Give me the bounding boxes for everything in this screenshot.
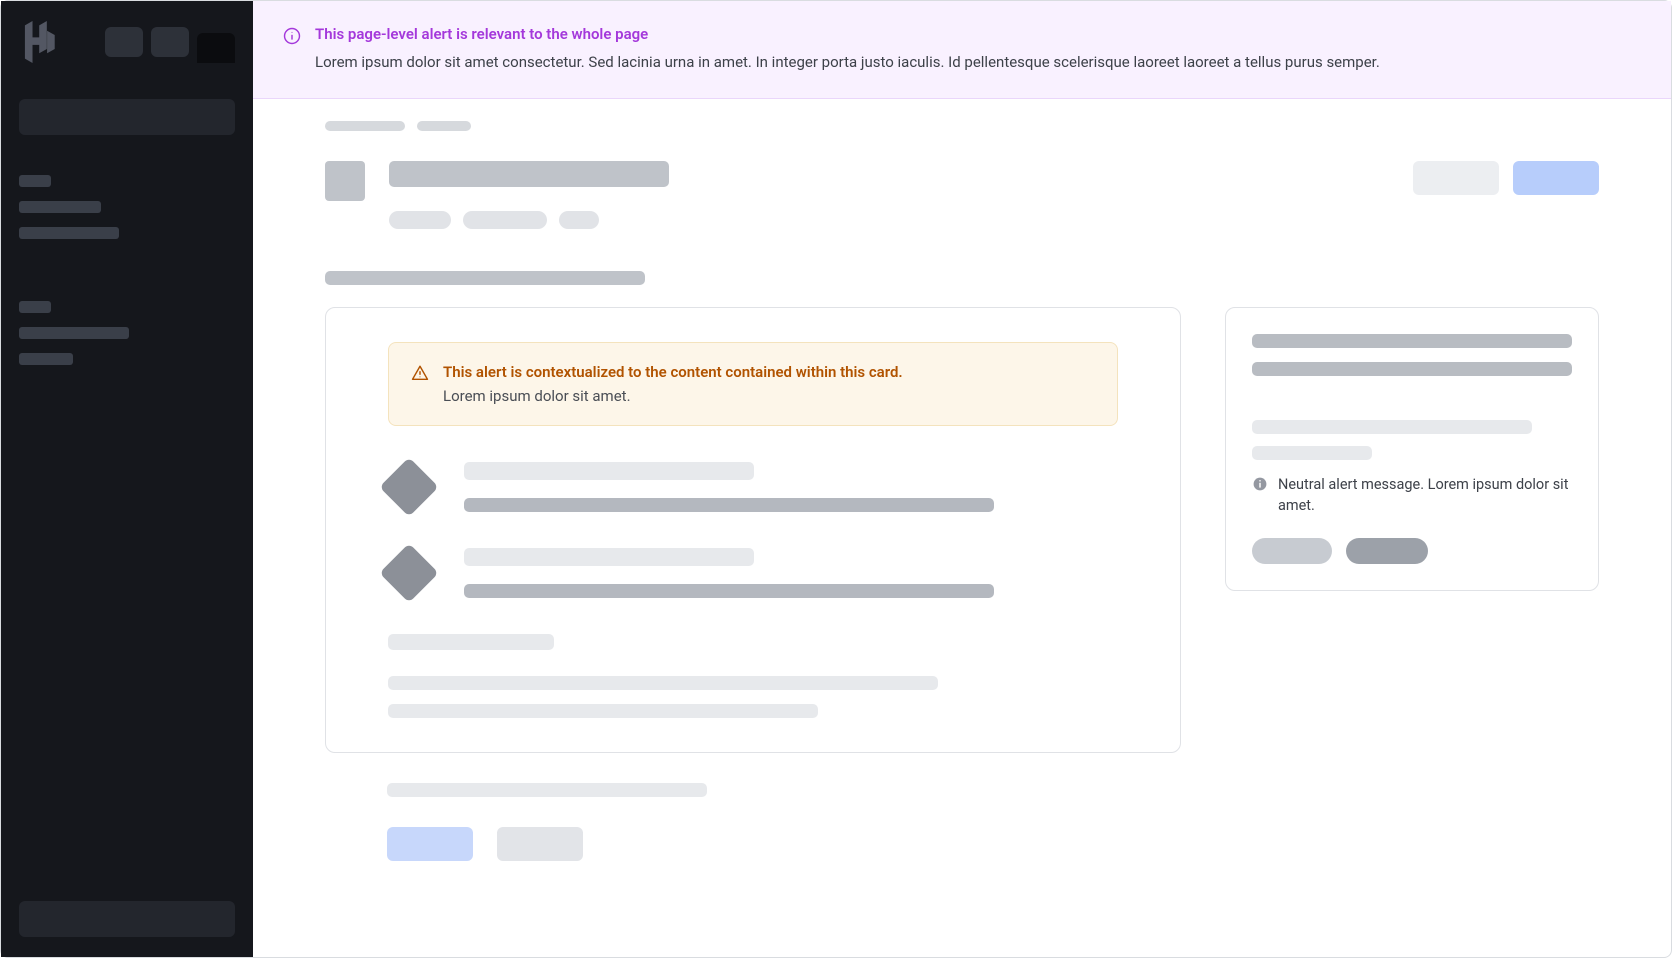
card-alert: This alert is contextualized to the cont… [388,342,1118,426]
compact-alert-text: Neutral alert message. Lorem ipsum dolor… [1278,474,1572,516]
breadcrumb-item[interactable] [417,121,471,131]
meta-chip [463,211,547,229]
sidebar-tab-active[interactable] [197,33,235,63]
item-title [464,548,754,566]
sidebar-nav-group [19,175,235,253]
sub-heading [388,634,554,650]
page-header [325,161,1599,201]
warning-icon [411,364,429,382]
page-actions [1413,161,1599,195]
section-heading [325,271,645,285]
sidebar-item[interactable] [19,227,119,239]
side-card: Neutral alert message. Lorem ipsum dolor… [1225,307,1599,591]
sidebar-nav-group [19,301,235,379]
sidebar-group-heading [19,301,51,313]
sidebar-tab[interactable] [105,27,143,57]
diamond-icon [379,544,438,603]
meta-chip [389,211,451,229]
side-card-title-line2 [1252,362,1572,376]
primary-button[interactable] [1513,161,1599,195]
info-icon [283,27,301,45]
sub-heading [387,783,707,797]
secondary-button[interactable] [497,827,583,861]
side-card-text [1252,446,1372,460]
text-line [388,704,818,718]
primary-button[interactable] [387,827,473,861]
main-card: This alert is contextualized to the cont… [325,307,1181,753]
card-alert-body: Lorem ipsum dolor sit amet. [443,387,903,405]
hashicorp-logo-icon [19,21,61,63]
side-secondary-button[interactable] [1252,538,1332,564]
sidebar-tab[interactable] [151,27,189,57]
item-subtitle [464,584,994,598]
page-meta [389,211,1599,229]
page-alert-title: This page-level alert is relevant to the… [315,25,1380,43]
list-item [388,548,1118,598]
main-content: This page-level alert is relevant to the… [253,1,1671,957]
diamond-icon [379,458,438,517]
page-alert: This page-level alert is relevant to the… [253,1,1671,99]
sidebar-user-block[interactable] [19,901,235,937]
breadcrumb [325,121,1599,131]
side-card-text [1252,420,1532,434]
text-line [388,676,938,690]
sidebar-tabs [105,27,235,57]
compact-alert: Neutral alert message. Lorem ipsum dolor… [1252,474,1572,516]
page-icon [325,161,365,201]
sidebar-item[interactable] [19,327,129,339]
sidebar-header [19,21,235,63]
sidebar-group-heading [19,175,51,187]
sidebar-item[interactable] [19,353,73,365]
side-card-actions [1252,538,1572,564]
sidebar-search[interactable] [19,99,235,135]
lower-section [387,783,1599,861]
sidebar-item[interactable] [19,201,101,213]
side-card-title [1252,334,1572,348]
item-title [464,462,754,480]
info-icon [1252,476,1268,492]
card-alert-title: This alert is contextualized to the cont… [443,363,903,381]
page-alert-body: Lorem ipsum dolor sit amet consectetur. … [315,51,1380,74]
item-subtitle [464,498,994,512]
secondary-button[interactable] [1413,161,1499,195]
sidebar [1,1,253,957]
page-title [389,161,669,187]
breadcrumb-item[interactable] [325,121,405,131]
meta-chip [559,211,599,229]
list-item [388,462,1118,512]
sidebar-footer [19,901,235,937]
side-primary-button[interactable] [1346,538,1428,564]
